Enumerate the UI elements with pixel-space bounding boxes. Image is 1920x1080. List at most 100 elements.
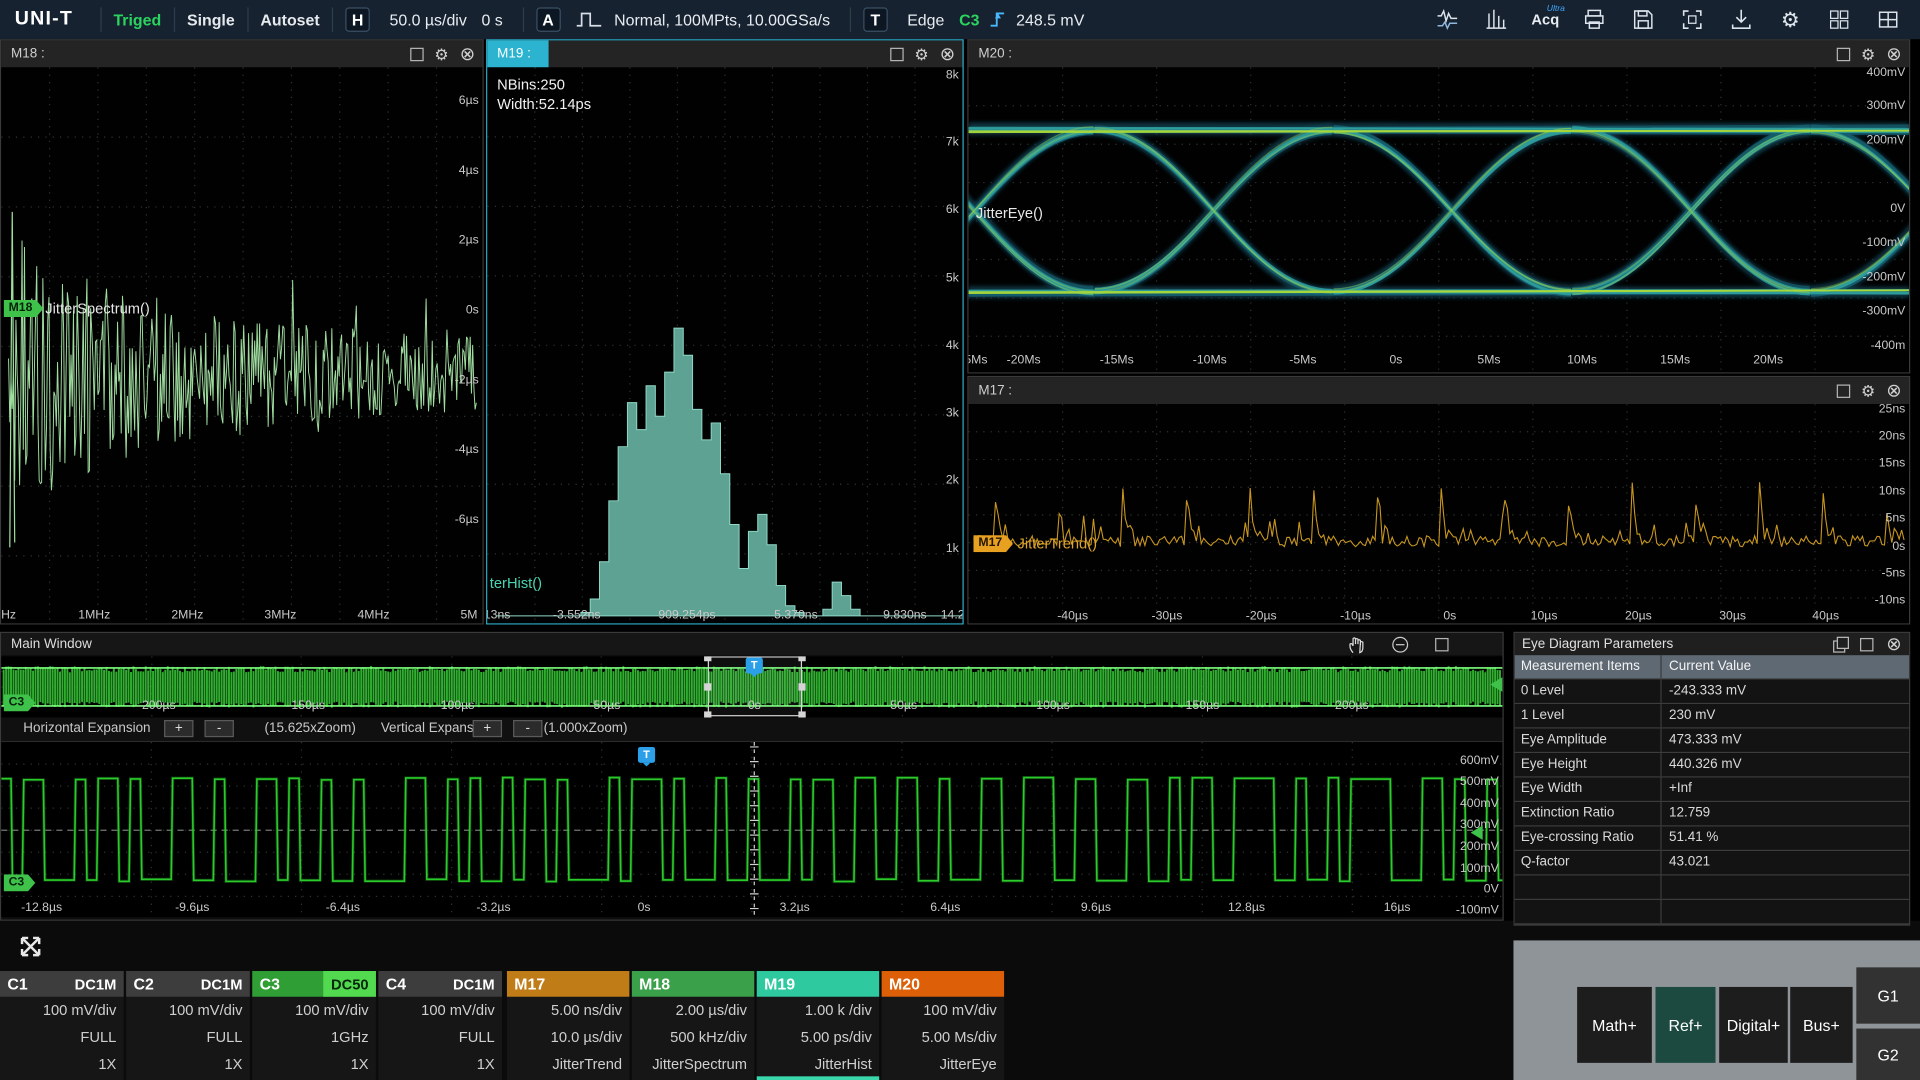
timebase-offset[interactable]: 0 s (481, 10, 502, 28)
acquisition-info[interactable]: Normal, 100MPts, 10.00GSa/s (614, 10, 830, 28)
maximize-icon[interactable] (1836, 384, 1849, 397)
fullscreen-icon[interactable] (1670, 4, 1714, 36)
close-icon[interactable]: ⊗ (460, 45, 475, 63)
maximize-icon[interactable] (1861, 637, 1874, 650)
trigger-flag[interactable]: T (638, 747, 655, 763)
channel-card-c4[interactable]: C4DC1M100 mV/divFULL1X (378, 971, 502, 1080)
apps-grid-icon[interactable] (1817, 4, 1861, 36)
trigger-level[interactable]: 248.5 mV (1016, 10, 1084, 28)
settings-gear-icon[interactable]: ⚙ (1861, 383, 1875, 399)
toolbar-icons: Acq Ultra ⚙ (1425, 4, 1910, 36)
axis-tick-label: -15Ms (1100, 354, 1134, 367)
channel-card-c3[interactable]: C3DC50100 mV/div1GHz1X (252, 971, 376, 1080)
pulse-icon (575, 10, 602, 30)
selection-handle[interactable] (798, 711, 805, 717)
window-title: M19 : (487, 40, 548, 67)
trigger-type[interactable]: Edge (907, 10, 944, 28)
maximize-icon[interactable] (1836, 47, 1849, 60)
channel-card-m20[interactable]: M20100 mV/div5.00 Ms/divJitterEye (882, 971, 1004, 1080)
selection-handle[interactable] (704, 683, 711, 690)
horizontal-menu-button[interactable]: H (345, 7, 369, 31)
spectrum-plot[interactable]: M18 JitterSpectrum() Hz1MHz2MHz3MHz4MHz5… (1, 67, 482, 623)
trend-plot[interactable]: M17 JitterTrend() -40µs-30µs-20µs-10µs0s… (969, 404, 1909, 623)
close-icon[interactable]: ⊗ (940, 45, 955, 63)
export-icon[interactable] (1719, 4, 1763, 36)
bus-add-button[interactable]: Bus+ (1790, 987, 1852, 1063)
selection-handle[interactable] (798, 656, 805, 661)
settings-gear-icon[interactable]: ⚙ (434, 46, 448, 62)
selected-underline (757, 1076, 879, 1080)
settings-gear-icon[interactable]: ⚙ (1861, 46, 1875, 62)
table-row[interactable]: Eye Height440.326 mV (1515, 753, 1909, 777)
table-row[interactable]: Extinction Ratio12.759 (1515, 802, 1909, 826)
trigger-menu-button[interactable]: T (863, 7, 887, 31)
h-expand-plus-button[interactable]: + (164, 720, 193, 737)
channel-card-m17[interactable]: M175.00 ns/div10.0 µs/divJitterTrend (507, 971, 629, 1080)
acquire-menu-button[interactable]: A (536, 7, 560, 31)
maximize-icon[interactable] (1435, 637, 1448, 650)
compare-waveform-icon[interactable] (1425, 4, 1469, 36)
channel-setting: 10.0 µs/div (507, 1024, 629, 1051)
eye-diagram-plot[interactable]: JitterEye() 5Ms-20Ms-15Ms-10Ms-5Ms0s5Ms1… (969, 67, 1909, 372)
channel-setting: 100 mV/div (378, 997, 502, 1024)
ref-add-button[interactable]: Ref+ (1656, 987, 1716, 1063)
trigger-source[interactable]: C3 (959, 10, 979, 28)
settings-gear-icon[interactable]: ⚙ (914, 46, 928, 62)
selection-handle[interactable] (798, 683, 805, 690)
table-row[interactable]: Q-factor43.021 (1515, 851, 1909, 875)
panel-titlebar[interactable]: Eye Diagram Parameters ⊗ (1515, 633, 1909, 655)
histogram-tool-icon[interactable] (1474, 4, 1518, 36)
v-expand-minus-button[interactable]: - (513, 720, 542, 737)
channel-card-m19[interactable]: M191.00 k /div5.00 ps/divJitterHist (757, 971, 879, 1080)
table-row[interactable]: Eye Width+Inf (1515, 778, 1909, 802)
close-icon[interactable]: ⊗ (1886, 635, 1901, 653)
window-titlebar[interactable]: M17 : ⚙ ⊗ (969, 377, 1909, 404)
trigger-flag[interactable]: T (746, 658, 763, 674)
settings-gear-icon[interactable]: ⚙ (1768, 4, 1812, 36)
trace-badge-m17[interactable]: M17 (973, 535, 1013, 552)
table-row[interactable]: Eye Amplitude473.333 mV (1515, 729, 1909, 753)
zoom-out-icon[interactable] (1392, 636, 1408, 652)
selection-handle[interactable] (704, 711, 711, 717)
multi-window-icon[interactable] (1866, 4, 1910, 36)
copy-icon[interactable] (1834, 637, 1849, 652)
single-button[interactable]: Single (187, 10, 235, 28)
close-icon[interactable]: ⊗ (1886, 381, 1901, 399)
channel-card-c1[interactable]: C1DC1M100 mV/divFULL1X (0, 971, 124, 1080)
window-titlebar[interactable]: M19 : ⚙ ⊗ (487, 40, 962, 67)
maximize-icon[interactable] (890, 47, 903, 60)
h-expand-minus-button[interactable]: - (204, 720, 233, 737)
selection-handle[interactable] (704, 656, 711, 661)
channel-id: C1 (0, 975, 28, 993)
axis-tick-label: 3MHz (264, 609, 296, 622)
channel-card-m18[interactable]: M182.00 µs/div500 kHz/divJitterSpectrum (632, 971, 754, 1080)
digital-add-button[interactable]: Digital+ (1719, 987, 1788, 1063)
window-titlebar[interactable]: M20 : ⚙ ⊗ (969, 40, 1909, 67)
trace-badge-m18[interactable]: M18 (4, 300, 44, 317)
pan-hand-icon[interactable] (1348, 635, 1365, 653)
table-row[interactable]: 1 Level230 mV (1515, 704, 1909, 728)
save-icon[interactable] (1621, 4, 1665, 36)
axis-tick-label: 200µs (1335, 699, 1369, 712)
table-row[interactable]: 0 Level-243.333 mV (1515, 680, 1909, 704)
axis-tick-label: 1MHz (78, 609, 110, 622)
g2-button[interactable]: G2 (1856, 1029, 1920, 1080)
timebase-scale[interactable]: 50.0 µs/div (389, 10, 466, 28)
overview-strip[interactable]: T C3 -200µs-150µs-100µs-50µs0s50µs100µs1… (1, 656, 1502, 717)
acquisition-mode-button[interactable]: Acq Ultra (1523, 4, 1567, 36)
channel-card-c2[interactable]: C2DC1M100 mV/divFULL1X (126, 971, 250, 1080)
axis-tick-label: -6µs (455, 513, 479, 526)
print-icon[interactable] (1572, 4, 1616, 36)
v-expand-plus-button[interactable]: + (473, 720, 502, 737)
axis-tick-label: 50µs (890, 699, 917, 712)
histogram-plot[interactable]: NBins:250 Width:52.14ps terHist() 13ns-3… (487, 67, 962, 623)
zoom-waveform-area[interactable]: T C3 -12.8µs-9.6µs-6.4µs-3.2µs0s3.2µs6.4… (1, 741, 1502, 917)
math-add-button[interactable]: Math+ (1577, 987, 1652, 1063)
window-titlebar[interactable]: M18 : ⚙ ⊗ (1, 40, 482, 67)
g1-button[interactable]: G1 (1856, 967, 1920, 1023)
table-row[interactable]: Eye-crossing Ratio51.41 % (1515, 827, 1909, 851)
move-tool-icon[interactable] (15, 931, 47, 963)
maximize-icon[interactable] (410, 47, 423, 60)
autoset-button[interactable]: Autoset (260, 10, 319, 28)
close-icon[interactable]: ⊗ (1886, 45, 1901, 63)
